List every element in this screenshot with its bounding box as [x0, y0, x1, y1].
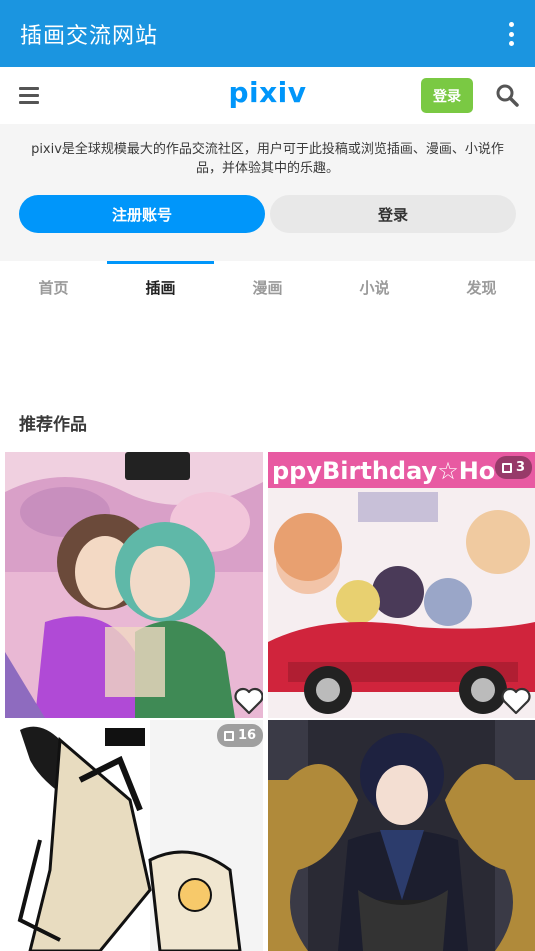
pages-icon	[224, 730, 234, 741]
artwork-thumbnail[interactable]	[268, 720, 535, 951]
pages-icon	[502, 462, 512, 473]
login-button[interactable]: 登录	[270, 195, 516, 233]
tab-novels[interactable]: 小说	[321, 261, 428, 313]
tab-discover[interactable]: 发现	[428, 261, 535, 313]
app-title: 插画交流网站	[20, 23, 159, 49]
tab-home[interactable]: 首页	[0, 261, 107, 313]
tab-manga[interactable]: 漫画	[214, 261, 321, 313]
intro-description: pixiv是全球规模最大的作品交流社区，用户可于此投稿或浏览插画、漫画、小说作品…	[31, 142, 504, 176]
artwork-banner-text: ppyBirthday☆Ho	[272, 457, 495, 485]
artwork-thumbnail[interactable]: 16	[0, 720, 263, 951]
page-count-badge: 3	[495, 456, 533, 479]
like-heart-icon[interactable]	[233, 686, 263, 716]
artwork-thumbnail[interactable]	[5, 452, 263, 718]
tab-illustrations[interactable]: 插画	[107, 261, 214, 313]
app-bar: 插画交流网站	[0, 0, 535, 67]
more-vert-icon[interactable]	[507, 22, 515, 46]
header-login-button[interactable]: 登录	[421, 78, 473, 113]
page-count: 16	[238, 728, 257, 743]
page-count-badge: 16	[217, 724, 263, 747]
section-title: 推荐作品	[19, 415, 87, 435]
like-heart-icon[interactable]	[500, 686, 532, 716]
search-icon[interactable]	[495, 83, 519, 107]
register-button[interactable]: 注册账号	[19, 195, 265, 233]
page-count: 3	[516, 460, 526, 475]
artwork-thumbnail[interactable]: ppyBirthday☆Ho 3	[268, 452, 535, 718]
